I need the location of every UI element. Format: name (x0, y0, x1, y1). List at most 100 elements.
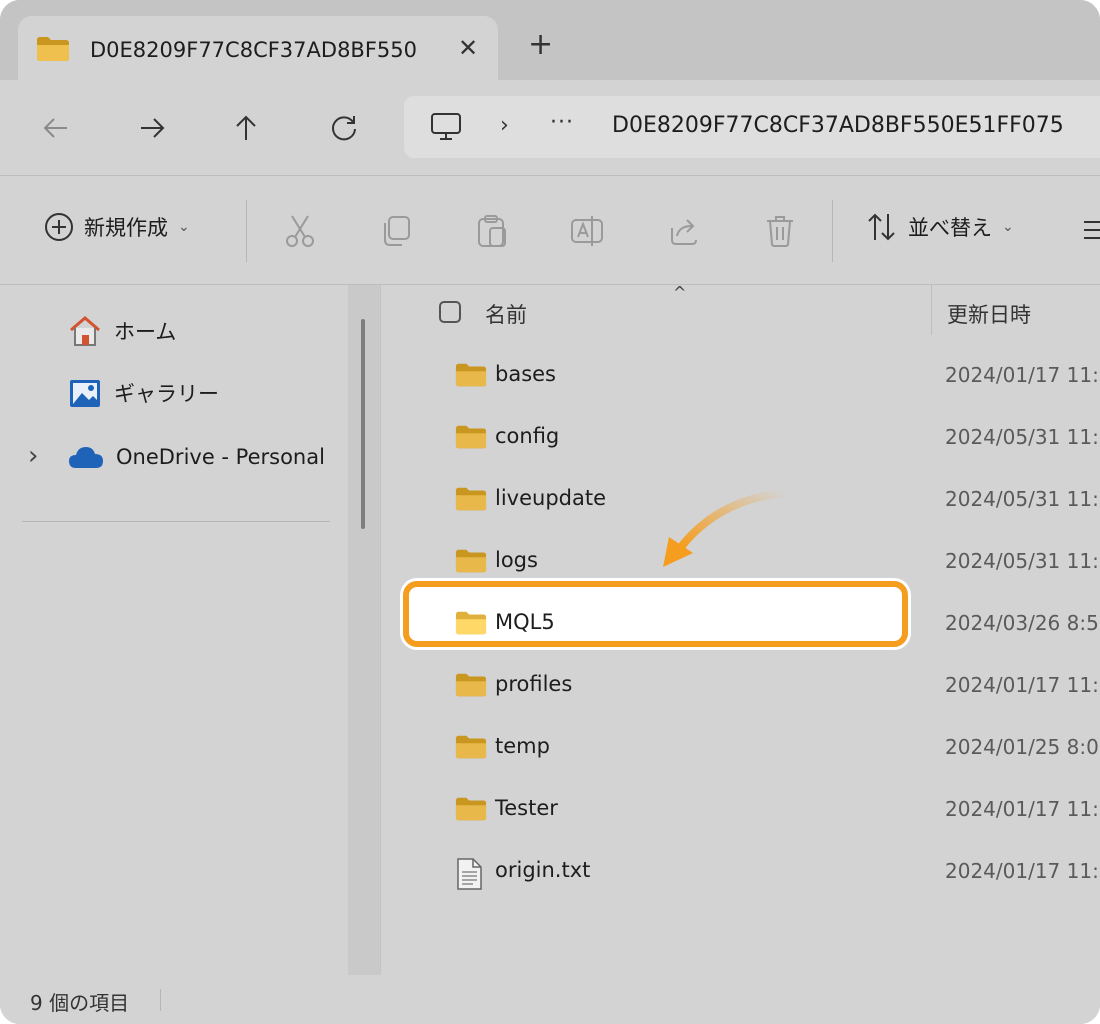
expand-chevron-icon[interactable]: › (28, 441, 38, 471)
file-row[interactable]: config 2024/05/31 11:1 (381, 409, 1100, 467)
rename-icon (571, 216, 603, 246)
navigation-pane: ホーム ギャラリー › OneDrive - Personal (0, 285, 348, 975)
share-icon (671, 219, 697, 245)
tab-active[interactable]: D0E8209F77C8CF37AD8BF550 ✕ (18, 16, 498, 80)
new-button-label: 新規作成 (84, 216, 168, 240)
file-name: profiles (495, 672, 573, 696)
view-lines-icon (1084, 221, 1100, 239)
plus-circle-icon (45, 213, 73, 241)
file-row[interactable]: liveupdate 2024/05/31 11:1 (381, 471, 1100, 529)
scrollbar-thumb[interactable] (361, 319, 365, 529)
up-button[interactable] (226, 108, 266, 148)
file-date: 2024/05/31 11:1 (945, 487, 1100, 511)
sidebar-item-label: ホーム (114, 320, 177, 344)
navigation-bar: › ··· D0E8209F77C8CF37AD8BF550E51FF075 (0, 80, 1100, 176)
copy-icon (384, 216, 410, 246)
trash-icon (767, 216, 793, 247)
forward-button[interactable] (132, 108, 172, 148)
file-list: 名前 ^ 更新日時 bases 2024/01/17 11:1 config 2… (380, 283, 1100, 975)
computer-icon (430, 112, 462, 146)
status-divider (160, 989, 161, 1011)
file-date: 2024/01/17 11:0 (945, 859, 1100, 883)
sort-button-label: 並べ替え (908, 216, 992, 240)
file-date: 2024/01/17 11:1 (945, 363, 1100, 387)
file-row-mql5[interactable]: MQL5 2024/03/26 8:50 (381, 595, 1100, 653)
tab-strip: D0E8209F77C8CF37AD8BF550 ✕ + (0, 0, 1100, 80)
file-row[interactable]: bases 2024/01/17 11:1 (381, 347, 1100, 405)
file-name: temp (495, 734, 550, 758)
file-row[interactable]: profiles 2024/01/17 11:0 (381, 657, 1100, 715)
select-all-checkbox[interactable] (439, 301, 461, 323)
sort-button[interactable]: 並べ替え ⌄ (866, 212, 1014, 242)
arrow-up-icon (236, 115, 256, 140)
sort-indicator-icon: ^ (673, 283, 687, 302)
sidebar-item-home[interactable]: ホーム (68, 311, 176, 351)
folder-icon (455, 362, 487, 392)
sidebar-item-gallery[interactable]: ギャラリー (68, 373, 219, 413)
file-explorer-window: D0E8209F77C8CF37AD8BF550 ✕ + › ··· D0E82… (0, 0, 1100, 1024)
toolbar-divider (246, 200, 247, 262)
toolbar-divider (832, 200, 833, 262)
delete-button[interactable] (764, 214, 796, 252)
folder-icon (455, 672, 487, 702)
breadcrumb-overflow-button[interactable]: ··· (550, 110, 574, 135)
folder-icon (455, 734, 487, 764)
file-date: 2024/01/17 11:0 (945, 797, 1100, 821)
chevron-down-icon: ⌄ (178, 219, 190, 235)
folder-icon (455, 610, 487, 640)
text-file-icon (455, 858, 483, 894)
folder-icon (455, 796, 487, 826)
file-name: logs (495, 548, 538, 572)
paste-icon (478, 215, 506, 247)
cut-button[interactable] (284, 214, 316, 252)
copy-button[interactable] (380, 214, 412, 252)
file-row[interactable]: origin.txt 2024/01/17 11:0 (381, 843, 1100, 901)
file-date: 2024/05/31 11:1 (945, 425, 1100, 449)
file-name: Tester (495, 796, 558, 820)
sidebar-divider (22, 521, 330, 522)
chevron-down-icon: ⌄ (1002, 219, 1014, 235)
file-date: 2024/01/17 11:0 (945, 673, 1100, 697)
arrow-left-icon (43, 118, 67, 138)
onedrive-icon (69, 447, 103, 468)
breadcrumb-current-folder[interactable]: D0E8209F77C8CF37AD8BF550E51FF075 (612, 113, 1064, 138)
close-tab-button[interactable]: ✕ (458, 34, 478, 62)
file-date: 2024/03/26 8:50 (945, 611, 1100, 635)
file-row[interactable]: logs 2024/05/31 11:1 (381, 533, 1100, 591)
sidebar-item-onedrive[interactable]: OneDrive - Personal (68, 437, 325, 477)
file-name: bases (495, 362, 557, 386)
folder-icon (36, 36, 70, 66)
breadcrumb-chevron-icon[interactable]: › (500, 113, 509, 138)
column-header-name[interactable]: 名前 (485, 299, 527, 329)
sort-icon (868, 213, 895, 241)
item-count: 9 個の項目 (30, 991, 130, 1015)
column-header-date[interactable]: 更新日時 (947, 299, 1031, 329)
refresh-button[interactable] (324, 108, 364, 148)
file-date: 2024/05/31 11:1 (945, 549, 1100, 573)
scissors-icon (286, 215, 314, 247)
new-button[interactable]: 新規作成 ⌄ (44, 212, 190, 242)
file-name: origin.txt (495, 858, 591, 882)
file-row[interactable]: Tester 2024/01/17 11:0 (381, 781, 1100, 839)
new-tab-button[interactable]: + (528, 30, 553, 60)
file-name: MQL5 (495, 610, 555, 634)
arrow-right-icon (141, 118, 165, 138)
folder-icon (455, 424, 487, 454)
file-row[interactable]: temp 2024/01/25 8:03 (381, 719, 1100, 777)
gallery-icon (70, 380, 100, 407)
column-divider[interactable] (931, 285, 932, 335)
folder-icon (455, 486, 487, 516)
file-name: liveupdate (495, 486, 607, 510)
address-bar[interactable]: › ··· D0E8209F77C8CF37AD8BF550E51FF075 (404, 96, 1100, 158)
sidebar-item-label: ギャラリー (114, 382, 219, 406)
back-button[interactable] (36, 108, 76, 148)
sidebar-scrollbar[interactable] (348, 285, 380, 975)
status-bar: 9 個の項目 (0, 975, 1100, 1024)
file-name: config (495, 424, 560, 448)
paste-button[interactable] (476, 214, 508, 252)
sidebar-item-label: OneDrive - Personal (116, 445, 325, 469)
rename-button[interactable] (570, 214, 604, 252)
file-date: 2024/01/25 8:03 (945, 735, 1100, 759)
view-button[interactable] (1082, 218, 1100, 246)
share-button[interactable] (668, 214, 700, 252)
